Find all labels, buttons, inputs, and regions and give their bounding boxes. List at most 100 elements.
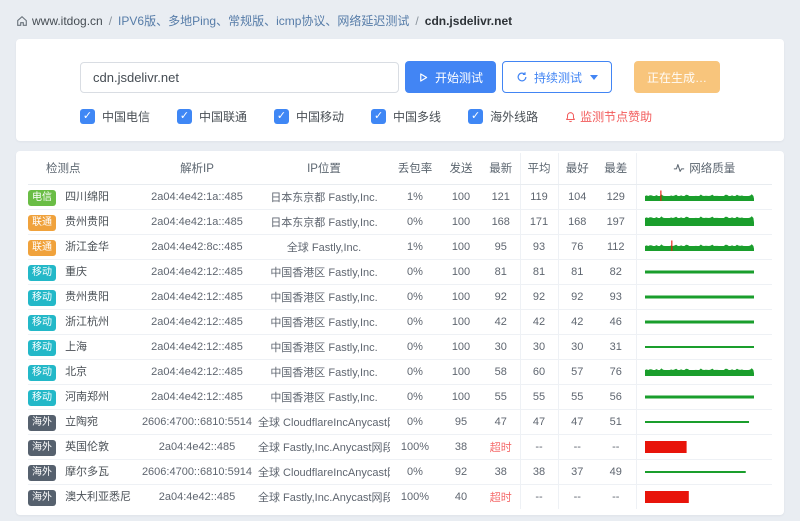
checkbox-checked-icon[interactable]: ✓ — [177, 109, 192, 124]
quality-graph — [645, 490, 755, 504]
filter-label: 中国多线 — [393, 108, 441, 125]
chevron-down-icon — [590, 75, 598, 80]
resolved-ip: 2606:4700::6810:5914 — [136, 459, 258, 484]
sent-count: 100 — [440, 284, 482, 309]
latest-latency: 168 — [482, 209, 520, 234]
quality-graph — [645, 415, 755, 429]
loss-rate: 1% — [390, 234, 440, 259]
latest-latency: 121 — [482, 184, 520, 209]
filter-label: 中国移动 — [296, 108, 344, 125]
carrier-badge: 移动 — [28, 315, 56, 331]
sponsor-link[interactable]: 监测节点赞助 — [565, 108, 652, 125]
filter-checkbox-1[interactable]: ✓中国联通 — [177, 108, 247, 125]
carrier-badge: 移动 — [28, 365, 56, 381]
resolved-ip: 2a04:4e42::485 — [136, 434, 258, 459]
avg-latency: 171 — [520, 209, 558, 234]
carrier-badge: 联通 — [28, 240, 56, 256]
carrier-badge: 移动 — [28, 340, 56, 356]
col-header-avg: 平均 — [520, 153, 558, 184]
table-row: 移动 上海 2a04:4e42:12::485 中国香港区 Fastly,Inc… — [28, 334, 772, 359]
loss-rate: 0% — [390, 409, 440, 434]
worst-latency: 129 — [596, 184, 636, 209]
start-test-button[interactable]: 开始测试 — [405, 61, 496, 93]
checkbox-checked-icon[interactable]: ✓ — [371, 109, 386, 124]
latest-latency: 55 — [482, 384, 520, 409]
col-header-ip-location: IP位置 — [258, 153, 390, 184]
avg-latency: 47 — [520, 409, 558, 434]
best-latency: 30 — [558, 334, 596, 359]
worst-latency: -- — [596, 484, 636, 509]
sent-count: 38 — [440, 434, 482, 459]
quality-graph — [645, 340, 755, 354]
generating-label: 正在生成… — [647, 69, 707, 86]
loss-rate: 0% — [390, 384, 440, 409]
filter-checkbox-4[interactable]: ✓ 海外线路 — [468, 108, 538, 125]
carrier-badge: 移动 — [28, 265, 56, 281]
loss-rate: 0% — [390, 259, 440, 284]
best-latency: 37 — [558, 459, 596, 484]
best-latency: 92 — [558, 284, 596, 309]
col-header-worst: 最差 — [596, 153, 636, 184]
loss-rate: 1% — [390, 184, 440, 209]
avg-latency: -- — [520, 434, 558, 459]
ip-location: 中国香港区 Fastly,Inc. — [258, 259, 390, 284]
latest-latency: 30 — [482, 334, 520, 359]
ip-location: 全球 Fastly,Inc. — [258, 234, 390, 259]
test-control-card: 开始测试 持续测试 正在生成… ✓中国电信✓中国联通✓中国移动✓中国多线✓海外线… — [16, 39, 784, 141]
generating-button[interactable]: 正在生成… — [634, 61, 720, 93]
node-location: 浙江金华 — [65, 241, 109, 253]
sent-count: 40 — [440, 484, 482, 509]
continuous-test-button[interactable]: 持续测试 — [502, 61, 612, 93]
col-header-latest: 最新 — [482, 153, 520, 184]
carrier-badge: 移动 — [28, 290, 56, 306]
quality-graph — [645, 465, 755, 479]
resolved-ip: 2a04:4e42:12::485 — [136, 334, 258, 359]
host-input[interactable] — [80, 62, 399, 93]
checkbox-checked-icon[interactable]: ✓ — [80, 109, 95, 124]
filter-checkbox-3[interactable]: ✓ 中国多线 — [371, 108, 441, 125]
ip-location: 中国香港区 Fastly,Inc. — [258, 309, 390, 334]
latest-latency: 81 — [482, 259, 520, 284]
quality-graph — [645, 315, 755, 329]
resolved-ip: 2a04:4e42::485 — [136, 484, 258, 509]
carrier-badge: 海外 — [28, 465, 56, 481]
table-row: 移动 北京 2a04:4e42:12::485 中国香港区 Fastly,Inc… — [28, 359, 772, 384]
table-row: 联通 浙江金华 2a04:4e42:8c::485 全球 Fastly,Inc.… — [28, 234, 772, 259]
breadcrumb-separator-2: / — [415, 14, 418, 28]
results-card: 检测点 解析IP IP位置 丢包率 发送 最新 平均 最好 最差 — [16, 151, 784, 515]
continuous-test-label: 持续测试 — [534, 69, 582, 86]
filter-checkbox-0[interactable]: ✓ 中国电信 — [80, 108, 150, 125]
carrier-badge: 联通 — [28, 215, 56, 231]
latest-latency: 92 — [482, 284, 520, 309]
worst-latency: -- — [596, 434, 636, 459]
sent-count: 100 — [440, 259, 482, 284]
worst-latency: 112 — [596, 234, 636, 259]
table-row: 联通 贵州贵阳 2a04:4e42:1a::485 日本东京都 Fastly,I… — [28, 209, 772, 234]
node-location: 重庆 — [65, 266, 87, 278]
avg-latency: 81 — [520, 259, 558, 284]
sent-count: 92 — [440, 459, 482, 484]
ip-location: 中国香港区 Fastly,Inc. — [258, 334, 390, 359]
breadcrumb-path-links[interactable]: IPV6版、多地Ping、常规版、icmp协议、网络延迟测试 — [118, 12, 409, 29]
best-latency: 55 — [558, 384, 596, 409]
filter-label: 中国电信 — [102, 108, 150, 125]
node-location: 浙江杭州 — [65, 316, 109, 328]
node-location: 四川绵阳 — [65, 191, 109, 203]
resolved-ip: 2606:4700::6810:5514 — [136, 409, 258, 434]
node-location: 澳大利亚悉尼 — [65, 491, 131, 503]
ip-location: 全球 CloudflareIncAnycast网段 — [258, 409, 390, 434]
worst-latency: 56 — [596, 384, 636, 409]
sent-count: 95 — [440, 409, 482, 434]
checkbox-checked-icon[interactable]: ✓ — [274, 109, 289, 124]
table-row: 海外 澳大利亚悉尼 2a04:4e42::485 全球 Fastly,Inc.A… — [28, 484, 772, 509]
start-test-label: 开始测试 — [435, 69, 483, 86]
filter-label: 海外线路 — [490, 108, 538, 125]
filter-checkbox-2[interactable]: ✓ 中国移动 — [274, 108, 344, 125]
checkbox-checked-icon[interactable]: ✓ — [468, 109, 483, 124]
breadcrumb-home[interactable]: www.itdog.cn — [16, 14, 103, 28]
latest-latency: 95 — [482, 234, 520, 259]
breadcrumb-domain: www.itdog.cn — [32, 14, 103, 28]
col-header-loss: 丢包率 — [390, 153, 440, 184]
avg-latency: 92 — [520, 284, 558, 309]
node-location: 立陶宛 — [65, 416, 98, 428]
